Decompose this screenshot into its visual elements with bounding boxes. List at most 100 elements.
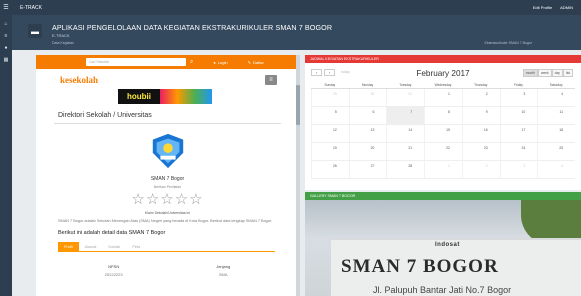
calendar-day-cell[interactable]: 15	[424, 125, 462, 142]
gallery-photo[interactable]: Indosat SMAN 7 BOGOR Jl. Palupuh Bantar …	[305, 200, 581, 296]
sign-sponsor-text: Indosat	[435, 242, 460, 248]
tab-peta[interactable]: Peta	[126, 242, 146, 251]
calendar-day-cell[interactable]: 27	[348, 161, 387, 178]
breadcrumb-item[interactable]: Ekstrakurikuler SMAN 7 Bogor	[485, 41, 532, 45]
calendar-day-cell[interactable]: 28	[386, 161, 424, 178]
tab-kontak[interactable]: Kontak	[102, 242, 126, 251]
calendar-day-cell[interactable]: 23	[461, 143, 500, 160]
admin-menu[interactable]: ADMIN	[560, 5, 573, 10]
kesekolah-logo[interactable]: kesekolah	[60, 75, 98, 85]
calendar-day-cell[interactable]: 21	[386, 143, 424, 160]
calendar-day-cell[interactable]: 4	[537, 89, 575, 106]
view-list-button[interactable]: list	[562, 69, 573, 77]
calendar-day-cell[interactable]: 30	[348, 89, 387, 106]
calendar-day-cell[interactable]: 5	[311, 107, 349, 124]
calendar-day-cell[interactable]: 12	[311, 125, 349, 142]
calendar-day-cell[interactable]: 19	[311, 143, 349, 160]
calendar-day-cell[interactable]: 25	[537, 143, 575, 160]
sign-address: Jl. Palupuh Bantar Jati No.7 Bogor	[373, 285, 512, 295]
page-subtitle: E-TRACK	[52, 33, 70, 38]
claim-link[interactable]: Klaim Sekolah/Universitas ini	[36, 211, 299, 215]
weekday-label: Wednesday	[434, 83, 452, 87]
calendar-day-cell[interactable]: 31	[386, 89, 424, 106]
calendar-week-row: 29 30 31 1 2 3 4	[311, 89, 575, 107]
calendar-day-cell[interactable]: 24	[499, 143, 538, 160]
scrollbar-thumb[interactable]	[296, 85, 300, 125]
school-name: SMAN 7 Bogor	[150, 176, 185, 182]
calendar-day-cell[interactable]: 2	[461, 161, 500, 178]
calendar-day-cell[interactable]: 2	[461, 89, 500, 106]
weekday-label: Saturday	[549, 83, 563, 87]
school-description: SMAN 7 Bogor adalah Sekolah Menengah Ata…	[58, 219, 273, 223]
school-directory-panel: Cari Sekolah ⌕ ● Login ✎ Daftar kesekolah …	[36, 55, 299, 296]
daftar-button[interactable]: ✎ Daftar	[248, 60, 264, 65]
top-navbar: ☰ E-TRACK Edit Profile ADMIN	[0, 0, 581, 15]
detail-title: Berikut ini adalah detail data SMAN 7 Bo…	[58, 229, 166, 236]
calendar-icon[interactable]: ▦	[0, 57, 12, 63]
calendar-day-cell[interactable]: 22	[424, 143, 462, 160]
calendar-day-cell[interactable]: 8	[424, 107, 462, 124]
star-rating[interactable]: ☆☆☆☆☆	[36, 190, 299, 208]
calendar-day-cell[interactable]: 26	[311, 161, 349, 178]
info-label: Jenjang	[216, 263, 231, 269]
calendar-toolbar: ‹ › today February 2017 month week day l…	[305, 63, 581, 83]
login-button[interactable]: ● Login	[213, 60, 227, 65]
view-day-button[interactable]: day	[551, 69, 563, 77]
info-value: SMA	[218, 271, 228, 277]
weekday-label: Tuesday	[399, 83, 412, 87]
calendar-week-row: 19 20 21 22 23 24 25	[311, 143, 575, 161]
weekday-label: Sunday	[324, 83, 336, 87]
weekday-label: Monday	[361, 83, 374, 87]
search-icon[interactable]: ⌕	[190, 59, 193, 66]
calendar-day-cell[interactable]: 17	[499, 125, 538, 142]
activity-calendar-panel: JADWAL KEGIATAN EKSTRAKURIKULER ‹ › toda…	[305, 55, 581, 190]
calendar-day-cell[interactable]: 10	[499, 107, 538, 124]
page-title: APLIKASI PENGELOLAAN DATA KEGIATAN EKSTR…	[52, 23, 333, 32]
calendar-day-cell[interactable]: 29	[311, 89, 349, 106]
home-icon[interactable]: ⌂	[0, 21, 12, 27]
panel-scrollbar[interactable]	[296, 55, 300, 296]
list-icon[interactable]: ≡	[0, 33, 12, 39]
calendar-header: JADWAL KEGIATAN EKSTRAKURIKULER	[305, 55, 581, 63]
calendar-day-cell[interactable]: 20	[348, 143, 387, 160]
directory-toolbar: Cari Sekolah ⌕ ● Login ✎ Daftar	[36, 55, 299, 69]
rating-label: Berikan Penilaian	[153, 185, 182, 189]
user-icon[interactable]: ●	[0, 45, 12, 51]
breadcrumb-item[interactable]: Data Kegiatan	[52, 41, 74, 45]
calendar-day-cell[interactable]: 14	[386, 125, 424, 142]
hamburger-menu-icon[interactable]: ≡	[265, 75, 277, 85]
menu-toggle-icon[interactable]: ☰	[0, 4, 12, 11]
page-header: ▬ APLIKASI PENGELOLAAN DATA KEGIATAN EKS…	[12, 15, 581, 50]
school-search-input[interactable]: Cari Sekolah	[86, 58, 186, 66]
calendar-day-cell[interactable]: 4	[537, 161, 575, 178]
calendar-day-cell[interactable]: 7	[386, 107, 425, 124]
user-icon: ●	[213, 59, 216, 65]
calendar-day-cell[interactable]: 3	[499, 161, 538, 178]
daftar-label: Daftar	[252, 59, 264, 65]
calendar-day-cell[interactable]: 18	[537, 125, 575, 142]
tab-profil[interactable]: Profil	[58, 241, 79, 251]
view-week-button[interactable]: week	[537, 69, 552, 77]
info-jenjang: Jenjang SMA	[216, 264, 230, 277]
ad-banner[interactable]: houbii	[118, 89, 212, 104]
view-month-button[interactable]: month	[522, 69, 538, 77]
weekday-label: Friday	[514, 83, 523, 87]
info-value: 20222223	[104, 271, 123, 277]
calendar-day-cell[interactable]: 16	[461, 125, 500, 142]
school-info: NPSN 20222223 Jenjang SMA	[58, 264, 277, 277]
directory-title: Direktori Sekolah / Universitas	[58, 112, 152, 119]
calendar-week-row: 26 27 28 1 2 3 4	[311, 161, 575, 179]
calendar-day-cell[interactable]: 13	[348, 125, 387, 142]
info-npsn: NPSN 20222223	[105, 264, 123, 277]
calendar-day-cell[interactable]: 1	[424, 89, 462, 106]
calendar-day-cell[interactable]: 1	[424, 161, 462, 178]
calendar-day-cell[interactable]: 9	[461, 107, 500, 124]
tab-alamat[interactable]: Alamat	[79, 242, 103, 251]
app-icon: ▬	[28, 24, 42, 38]
calendar-day-cell[interactable]: 6	[348, 107, 387, 124]
calendar-grid: 29 30 31 1 2 3 4 5 6 7 8 9 10 11 12 13 14 15 16 17 18 19 20 21 2…	[311, 89, 575, 179]
edit-profile-link[interactable]: Edit Profile	[533, 5, 552, 10]
calendar-day-cell[interactable]: 11	[537, 107, 575, 124]
app-brand[interactable]: E-TRACK	[20, 5, 42, 11]
calendar-day-cell[interactable]: 3	[499, 89, 538, 106]
